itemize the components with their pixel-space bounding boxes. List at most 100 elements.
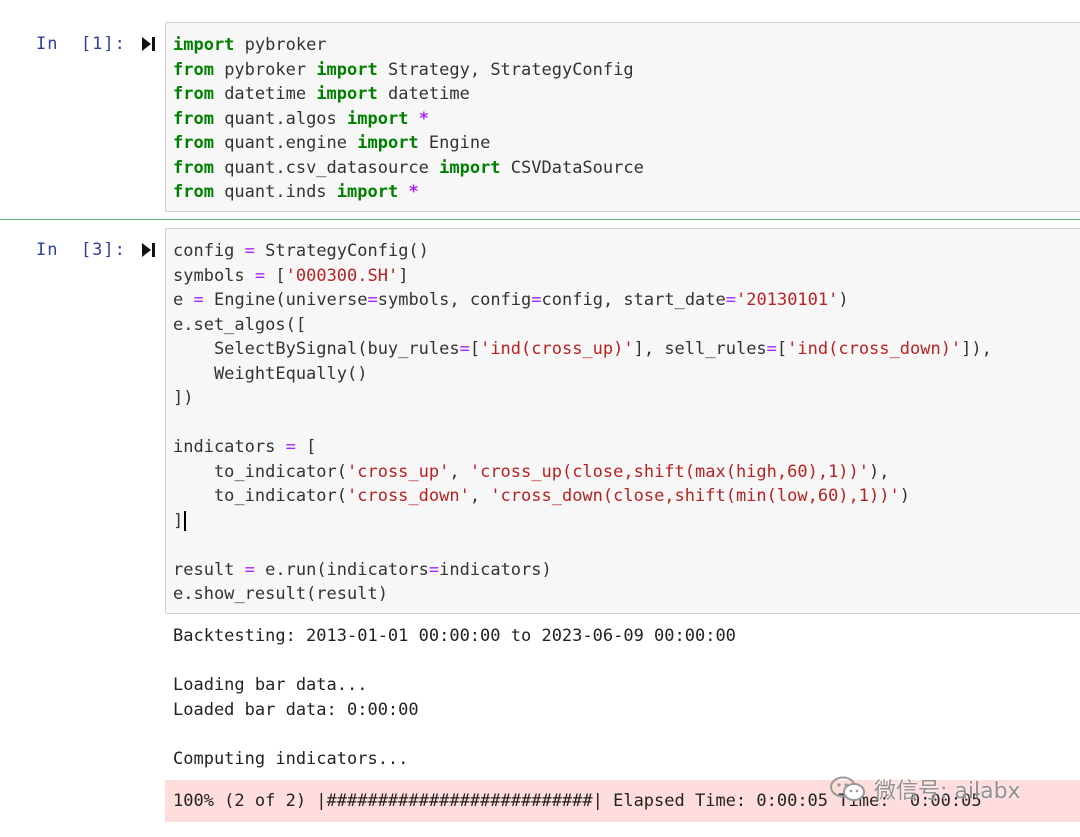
code-line: WeightEqually() bbox=[173, 362, 1080, 387]
code-token: 'cross_down' bbox=[347, 486, 470, 506]
code-token: quant.csv_datasource bbox=[213, 157, 440, 178]
code-token: = bbox=[531, 290, 542, 310]
code-token: e bbox=[173, 290, 194, 310]
code-token: import bbox=[439, 157, 501, 178]
watermark-text: 微信号: ailabx bbox=[874, 779, 1021, 804]
code-line: ] bbox=[173, 509, 1080, 534]
output-line: Loading bar data... bbox=[173, 675, 368, 695]
code-token: import bbox=[336, 182, 399, 202]
code-token: [ bbox=[776, 339, 788, 359]
code-token: e.run(indicators bbox=[254, 559, 429, 580]
code-line: from quant.inds import * bbox=[173, 180, 1080, 205]
code-token: e.show_result(result) bbox=[173, 584, 388, 604]
code-token: , bbox=[449, 461, 470, 482]
code-token: ]) bbox=[173, 388, 194, 408]
code-token: = bbox=[725, 290, 737, 310]
run-cell-icon[interactable] bbox=[142, 241, 156, 259]
code-token: ], sell_rules bbox=[633, 339, 767, 359]
code-token: ] bbox=[398, 265, 409, 286]
code-line: from datetime import datetime bbox=[173, 82, 1080, 107]
code-token: = bbox=[459, 339, 470, 359]
code-token: = bbox=[367, 290, 378, 310]
code-editor[interactable]: config = StrategyConfig() symbols = ['000… bbox=[165, 228, 1080, 614]
code-token: = bbox=[193, 290, 204, 310]
code-token: Engine(universe bbox=[203, 290, 368, 310]
code-token: [ bbox=[265, 265, 286, 286]
code-token: = bbox=[766, 339, 777, 359]
code-token: Strategy, StrategyConfig bbox=[377, 59, 634, 80]
code-token: import bbox=[316, 59, 378, 80]
code-token: import bbox=[347, 108, 409, 129]
code-token: import bbox=[173, 35, 235, 55]
code-token: '20130101' bbox=[736, 290, 839, 310]
code-line: e.show_result(result) bbox=[173, 582, 1080, 607]
code-token: pybroker bbox=[213, 59, 317, 80]
code-token: , bbox=[469, 486, 491, 506]
code-token: ) bbox=[838, 290, 849, 310]
code-token: 'cross_down(close,shift(min(low,60),1))' bbox=[490, 486, 900, 506]
output-line: Backtesting: 2013-01-01 00:00:00 to 2023… bbox=[173, 626, 736, 646]
code-token: ]), bbox=[961, 339, 992, 359]
code-line: from quant.algos import * bbox=[173, 107, 1080, 132]
code-token: ) bbox=[899, 486, 910, 506]
code-token: 'ind(cross_down)' bbox=[787, 339, 962, 359]
code-token: quant.engine bbox=[213, 133, 358, 153]
code-token: result bbox=[173, 559, 245, 580]
code-token: config bbox=[173, 241, 245, 261]
code-token: from bbox=[173, 157, 214, 178]
code-token: from bbox=[173, 84, 214, 104]
code-token: import bbox=[357, 133, 419, 153]
code-token: from bbox=[173, 59, 214, 80]
code-line: result = e.run(indicators=indicators) bbox=[173, 558, 1080, 583]
code-token: indicators bbox=[173, 437, 286, 457]
code-token: symbols bbox=[173, 265, 255, 286]
code-token: = bbox=[285, 437, 296, 457]
code-line: indicators = [ bbox=[173, 435, 1080, 460]
code-cell-1[interactable]: In [1]: import pybroker from pybroker imp… bbox=[0, 22, 1080, 212]
code-token: indicators) bbox=[439, 559, 552, 580]
code-cell-2[interactable]: In [3]: config = StrategyConfig() symbols… bbox=[0, 228, 1080, 614]
code-line: from quant.csv_datasource import CSVData… bbox=[173, 156, 1080, 181]
code-editor[interactable]: import pybroker from pybroker import Stra… bbox=[165, 22, 1080, 212]
code-line: config = StrategyConfig() bbox=[173, 239, 1080, 264]
code-token: from bbox=[173, 108, 214, 129]
code-token: pybroker bbox=[234, 35, 327, 55]
code-token: CSVDataSource bbox=[500, 157, 644, 178]
code-token: datetime bbox=[213, 84, 317, 104]
code-token: * bbox=[408, 182, 419, 202]
code-line: to_indicator('cross_up', 'cross_up(close… bbox=[173, 460, 1080, 485]
code-line: import pybroker bbox=[173, 33, 1080, 58]
code-token: = bbox=[254, 265, 266, 286]
output-line: Computing indicators... bbox=[173, 748, 409, 769]
code-token: e.set_algos([ bbox=[173, 314, 307, 335]
code-token: to_indicator( bbox=[173, 461, 347, 482]
selected-cell-divider bbox=[0, 219, 1080, 220]
code-line: e.set_algos([ bbox=[173, 313, 1080, 338]
cell-output: Backtesting: 2013-01-01 00:00:00 to 2023… bbox=[173, 624, 736, 771]
code-token: import bbox=[316, 84, 378, 104]
code-token: Engine bbox=[418, 133, 491, 153]
code-token: quant.algos bbox=[213, 108, 348, 129]
code-token: = bbox=[244, 559, 255, 580]
code-token: datetime bbox=[377, 84, 470, 104]
code-line: from pybroker import Strategy, StrategyC… bbox=[173, 58, 1080, 83]
text-cursor bbox=[184, 510, 187, 531]
code-line: e = Engine(universe=symbols, config=conf… bbox=[173, 288, 1080, 313]
code-line: ]) bbox=[173, 386, 1080, 411]
wechat-icon bbox=[830, 776, 865, 801]
cell-prompt: In [3]: bbox=[36, 240, 126, 260]
code-token: * bbox=[418, 108, 429, 129]
code-lines: import pybroker from pybroker import Stra… bbox=[173, 33, 1080, 205]
code-token: WeightEqually() bbox=[173, 363, 368, 384]
run-cell-icon[interactable] bbox=[142, 35, 156, 53]
code-token: 'cross_up(close,shift(max(high,60),1))' bbox=[469, 461, 870, 482]
code-token: 'cross_up' bbox=[347, 461, 450, 482]
code-line: SelectBySignal(buy_rules=['ind(cross_up)… bbox=[173, 337, 1080, 362]
code-token: quant.inds bbox=[213, 182, 337, 202]
